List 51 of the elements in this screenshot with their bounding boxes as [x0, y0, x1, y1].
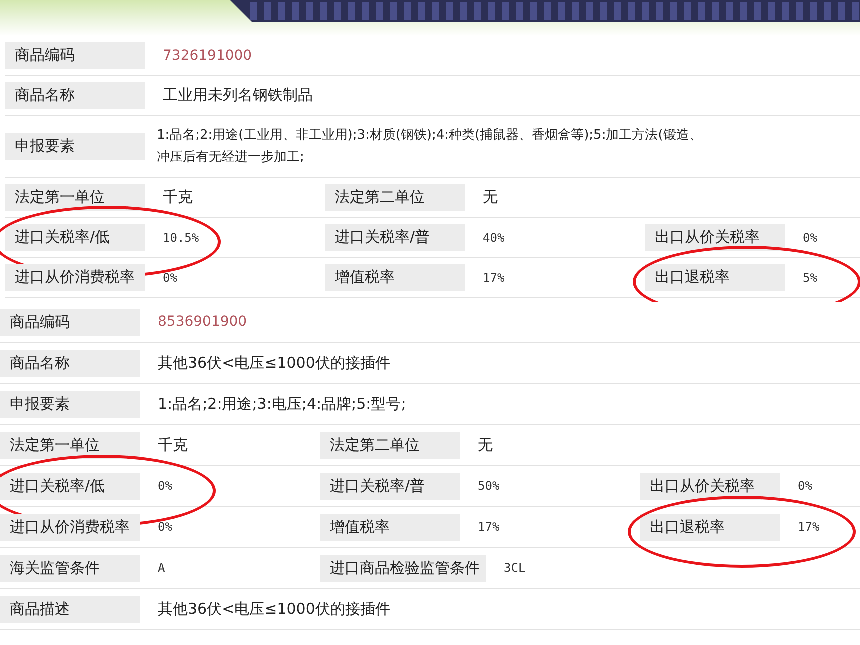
field-value: 1:品名;2:用途;3:电压;4:品牌;5:型号;	[158, 394, 406, 414]
field-label: 出口从价关税率	[640, 472, 780, 500]
field-value: 40%	[483, 230, 505, 244]
field-label: 法定第二单位	[320, 432, 460, 458]
field-value: 无	[478, 436, 493, 454]
field-value: 0%	[798, 479, 812, 493]
field-label: 进口从价消费税率	[0, 514, 140, 540]
field-label: 商品描述	[0, 596, 140, 622]
field-value: 10.5%	[163, 230, 200, 244]
field-value: 其他36伏<电压≤1000伏的接插件	[158, 354, 390, 372]
field-value: 8536901900	[158, 314, 248, 330]
field-label: 法定第一单位	[5, 184, 145, 211]
field-value: 17%	[798, 520, 820, 534]
field-value: 其他36伏<电压≤1000伏的接插件	[158, 600, 390, 618]
field-value: 无	[483, 188, 498, 207]
field-value: 3CL	[504, 561, 526, 575]
field-value: 0%	[803, 230, 818, 244]
field-label: 出口退税率	[640, 514, 780, 540]
field-label: 出口从价关税率	[645, 224, 785, 251]
field-label: 商品编码	[5, 42, 145, 69]
field-label: 进口商品检验监管条件	[320, 554, 486, 582]
field-label: 进口关税率/低	[5, 224, 145, 251]
field-label: 法定第二单位	[325, 184, 465, 211]
field-label: 进口从价消费税率	[5, 264, 145, 291]
field-label: 进口关税率/低	[0, 472, 140, 500]
field-label: 申报要素	[0, 390, 140, 418]
field-label: 进口关税率/普	[320, 472, 460, 500]
field-label: 海关监管条件	[0, 554, 140, 582]
field-label: 商品名称	[5, 82, 145, 109]
field-value: 5%	[803, 270, 818, 284]
field-value: 50%	[478, 479, 500, 493]
field-value: 工业用未列名钢铁制品	[163, 86, 313, 105]
field-value: 17%	[483, 270, 505, 284]
field-value: 7326191000	[163, 48, 252, 64]
field-value: A	[158, 561, 166, 575]
field-label: 出口退税率	[645, 264, 785, 291]
field-label: 申报要素	[5, 133, 145, 160]
field-label: 商品名称	[0, 350, 140, 376]
field-label: 增值税率	[320, 514, 460, 540]
field-label: 增值税率	[325, 264, 465, 291]
field-label: 法定第一单位	[0, 432, 140, 458]
field-value: 0%	[158, 520, 172, 534]
field-value: 0%	[158, 479, 172, 493]
field-label: 进口关税率/普	[325, 224, 465, 251]
field-value: 0%	[163, 270, 178, 284]
field-value: 17%	[478, 520, 500, 534]
field-value: 冲压后有无经进一步加工;	[157, 148, 306, 166]
field-value: 千克	[158, 436, 188, 454]
field-value: 千克	[163, 188, 193, 207]
field-label: 商品编码	[0, 308, 140, 336]
field-value: 1:品名;2:用途(工业用、非工业用);3:材质(钢铁);4:种类(捕鼠器、香烟盒等);5:加工方法(锻造、	[157, 126, 702, 144]
